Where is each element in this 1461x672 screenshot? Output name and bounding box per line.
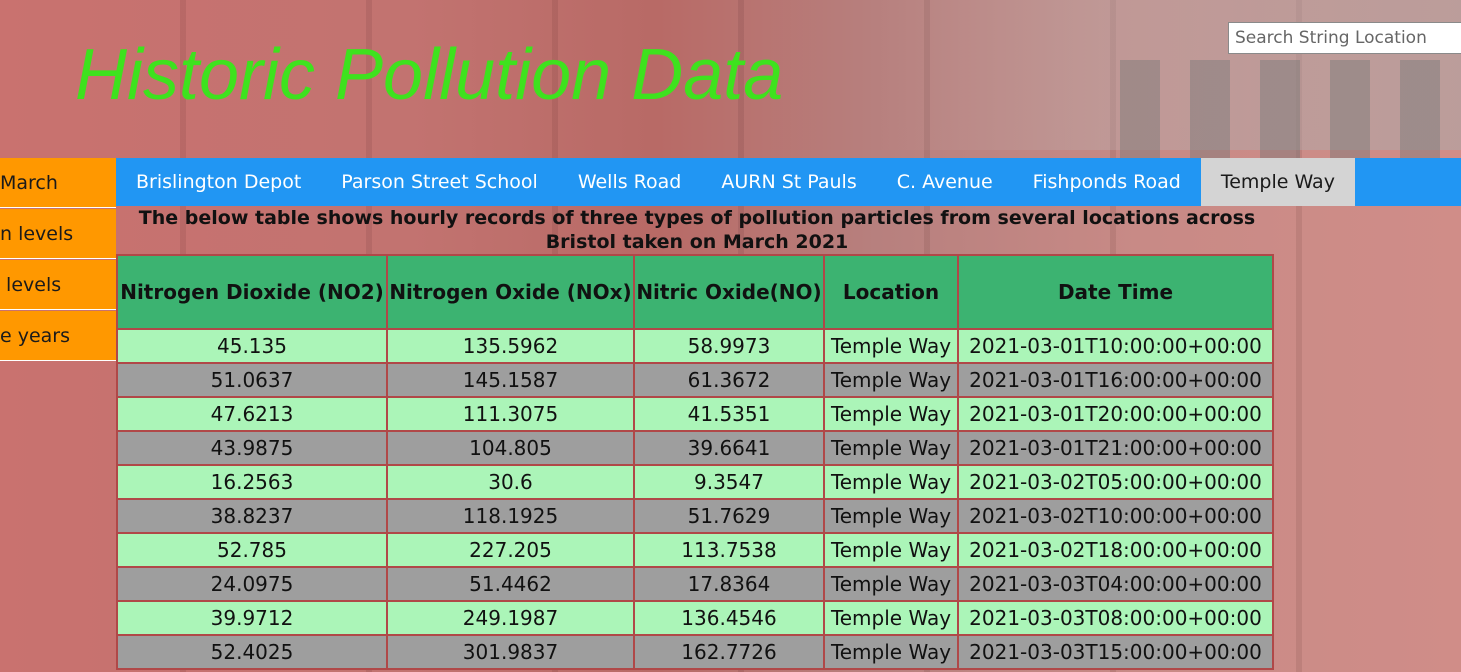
cell-location: Temple Way — [823, 464, 959, 500]
column-header-location: Location — [823, 254, 959, 330]
cell-datetime: 2021-03-03T15:00:00+00:00 — [957, 634, 1274, 670]
cell-no2: 52.4025 — [116, 634, 388, 670]
sidebar-item-label: n levels — [0, 223, 74, 245]
cell-datetime: 2021-03-01T10:00:00+00:00 — [957, 328, 1274, 364]
cell-datetime: 2021-03-03T08:00:00+00:00 — [957, 600, 1274, 636]
cell-location: Temple Way — [823, 396, 959, 432]
cell-no2: 45.135 — [116, 328, 388, 364]
sidebar-item-years[interactable]: e years — [0, 311, 116, 361]
cell-nox: 118.1925 — [386, 498, 635, 534]
background-windows — [1120, 60, 1461, 170]
table-row: 16.2563 30.6 9.3547 Temple Way 2021-03-02T05… — [116, 464, 1274, 500]
cell-datetime: 2021-03-01T16:00:00+00:00 — [957, 362, 1274, 398]
sidebar-item-march[interactable]: March — [0, 158, 116, 208]
search-input[interactable] — [1228, 22, 1461, 54]
table-row: 52.785 227.205 113.7538 Temple Way 2021-03-0… — [116, 532, 1274, 568]
cell-nox: 111.3075 — [386, 396, 635, 432]
cell-no2: 38.8237 — [116, 498, 388, 534]
tab-wells-road[interactable]: Wells Road — [558, 158, 702, 206]
tab-temple-way[interactable]: Temple Way — [1200, 158, 1355, 206]
cell-location: Temple Way — [823, 362, 959, 398]
tab-parson-street-school[interactable]: Parson Street School — [321, 158, 558, 206]
cell-location: Temple Way — [823, 634, 959, 670]
cell-nox: 227.205 — [386, 532, 635, 568]
sidebar-item-levels-2[interactable]: levels — [0, 260, 116, 310]
table-row: 43.9875 104.805 39.6641 Temple Way 2021-03-0… — [116, 430, 1274, 466]
tab-c-avenue[interactable]: C. Avenue — [877, 158, 1013, 206]
cell-no: 162.7726 — [633, 634, 825, 670]
sidebar-item-label: levels — [0, 274, 62, 296]
cell-datetime: 2021-03-03T04:00:00+00:00 — [957, 566, 1274, 602]
cell-datetime: 2021-03-01T20:00:00+00:00 — [957, 396, 1274, 432]
table-row: 51.0637 145.1587 61.3672 Temple Way 2021-03-… — [116, 362, 1274, 398]
table-body: 45.135 135.5962 58.9973 Temple Way 2021-03-0… — [116, 328, 1274, 670]
cell-location: Temple Way — [823, 566, 959, 602]
cell-nox: 30.6 — [386, 464, 635, 500]
cell-no: 113.7538 — [633, 532, 825, 568]
page-title: Historic Pollution Data — [75, 35, 784, 115]
cell-no: 39.6641 — [633, 430, 825, 466]
pollution-table: Nitrogen Dioxide (NO2) Nitrogen Oxide (N… — [116, 254, 1274, 670]
column-header-datetime: Date Time — [957, 254, 1274, 330]
table-row: 39.9712 249.1987 136.4546 Temple Way 2021-03… — [116, 600, 1274, 636]
cell-no2: 47.6213 — [116, 396, 388, 432]
sidebar-item-levels-1[interactable]: n levels — [0, 209, 116, 259]
cell-no2: 16.2563 — [116, 464, 388, 500]
cell-no: 58.9973 — [633, 328, 825, 364]
cell-location: Temple Way — [823, 532, 959, 568]
tab-brislington-depot[interactable]: Brislington Depot — [116, 158, 321, 206]
cell-datetime: 2021-03-01T21:00:00+00:00 — [957, 430, 1274, 466]
sidebar: March n levels levels e years — [0, 158, 116, 362]
cell-no2: 43.9875 — [116, 430, 388, 466]
cell-location: Temple Way — [823, 430, 959, 466]
sidebar-item-label: e years — [0, 325, 71, 347]
tab-fishponds-road[interactable]: Fishponds Road — [1013, 158, 1201, 206]
cell-no: 41.5351 — [633, 396, 825, 432]
table-row: 24.0975 51.4462 17.8364 Temple Way 2021-03-0… — [116, 566, 1274, 602]
cell-nox: 249.1987 — [386, 600, 635, 636]
cell-location: Temple Way — [823, 600, 959, 636]
cell-no: 61.3672 — [633, 362, 825, 398]
table-description: The below table shows hourly records of … — [138, 207, 1256, 253]
cell-no: 17.8364 — [633, 566, 825, 602]
cell-no2: 51.0637 — [116, 362, 388, 398]
cell-nox: 145.1587 — [386, 362, 635, 398]
cell-location: Temple Way — [823, 328, 959, 364]
table-row: 47.6213 111.3075 41.5351 Temple Way 2021-03-… — [116, 396, 1274, 432]
cell-location: Temple Way — [823, 498, 959, 534]
cell-datetime: 2021-03-02T18:00:00+00:00 — [957, 532, 1274, 568]
column-header-no2: Nitrogen Dioxide (NO2) — [116, 254, 388, 330]
tab-aurn-st-pauls[interactable]: AURN St Pauls — [701, 158, 876, 206]
cell-no: 51.7629 — [633, 498, 825, 534]
sidebar-item-label: March — [0, 172, 58, 194]
cell-no2: 24.0975 — [116, 566, 388, 602]
column-header-no: Nitric Oxide(NO) — [633, 254, 825, 330]
cell-nox: 301.9837 — [386, 634, 635, 670]
cell-nox: 51.4462 — [386, 566, 635, 602]
cell-datetime: 2021-03-02T05:00:00+00:00 — [957, 464, 1274, 500]
table-row: 45.135 135.5962 58.9973 Temple Way 2021-03-0… — [116, 328, 1274, 364]
cell-nox: 104.805 — [386, 430, 635, 466]
table-header-row: Nitrogen Dioxide (NO2) Nitrogen Oxide (N… — [116, 254, 1274, 330]
cell-datetime: 2021-03-02T10:00:00+00:00 — [957, 498, 1274, 534]
column-header-nox: Nitrogen Oxide (NOx) — [386, 254, 635, 330]
table-row: 52.4025 301.9837 162.7726 Temple Way 2021-03… — [116, 634, 1274, 670]
location-nav: Brislington Depot Parson Street School W… — [116, 158, 1461, 206]
cell-no: 9.3547 — [633, 464, 825, 500]
cell-no2: 39.9712 — [116, 600, 388, 636]
cell-nox: 135.5962 — [386, 328, 635, 364]
table-row: 38.8237 118.1925 51.7629 Temple Way 2021-03-… — [116, 498, 1274, 534]
cell-no: 136.4546 — [633, 600, 825, 636]
cell-no2: 52.785 — [116, 532, 388, 568]
